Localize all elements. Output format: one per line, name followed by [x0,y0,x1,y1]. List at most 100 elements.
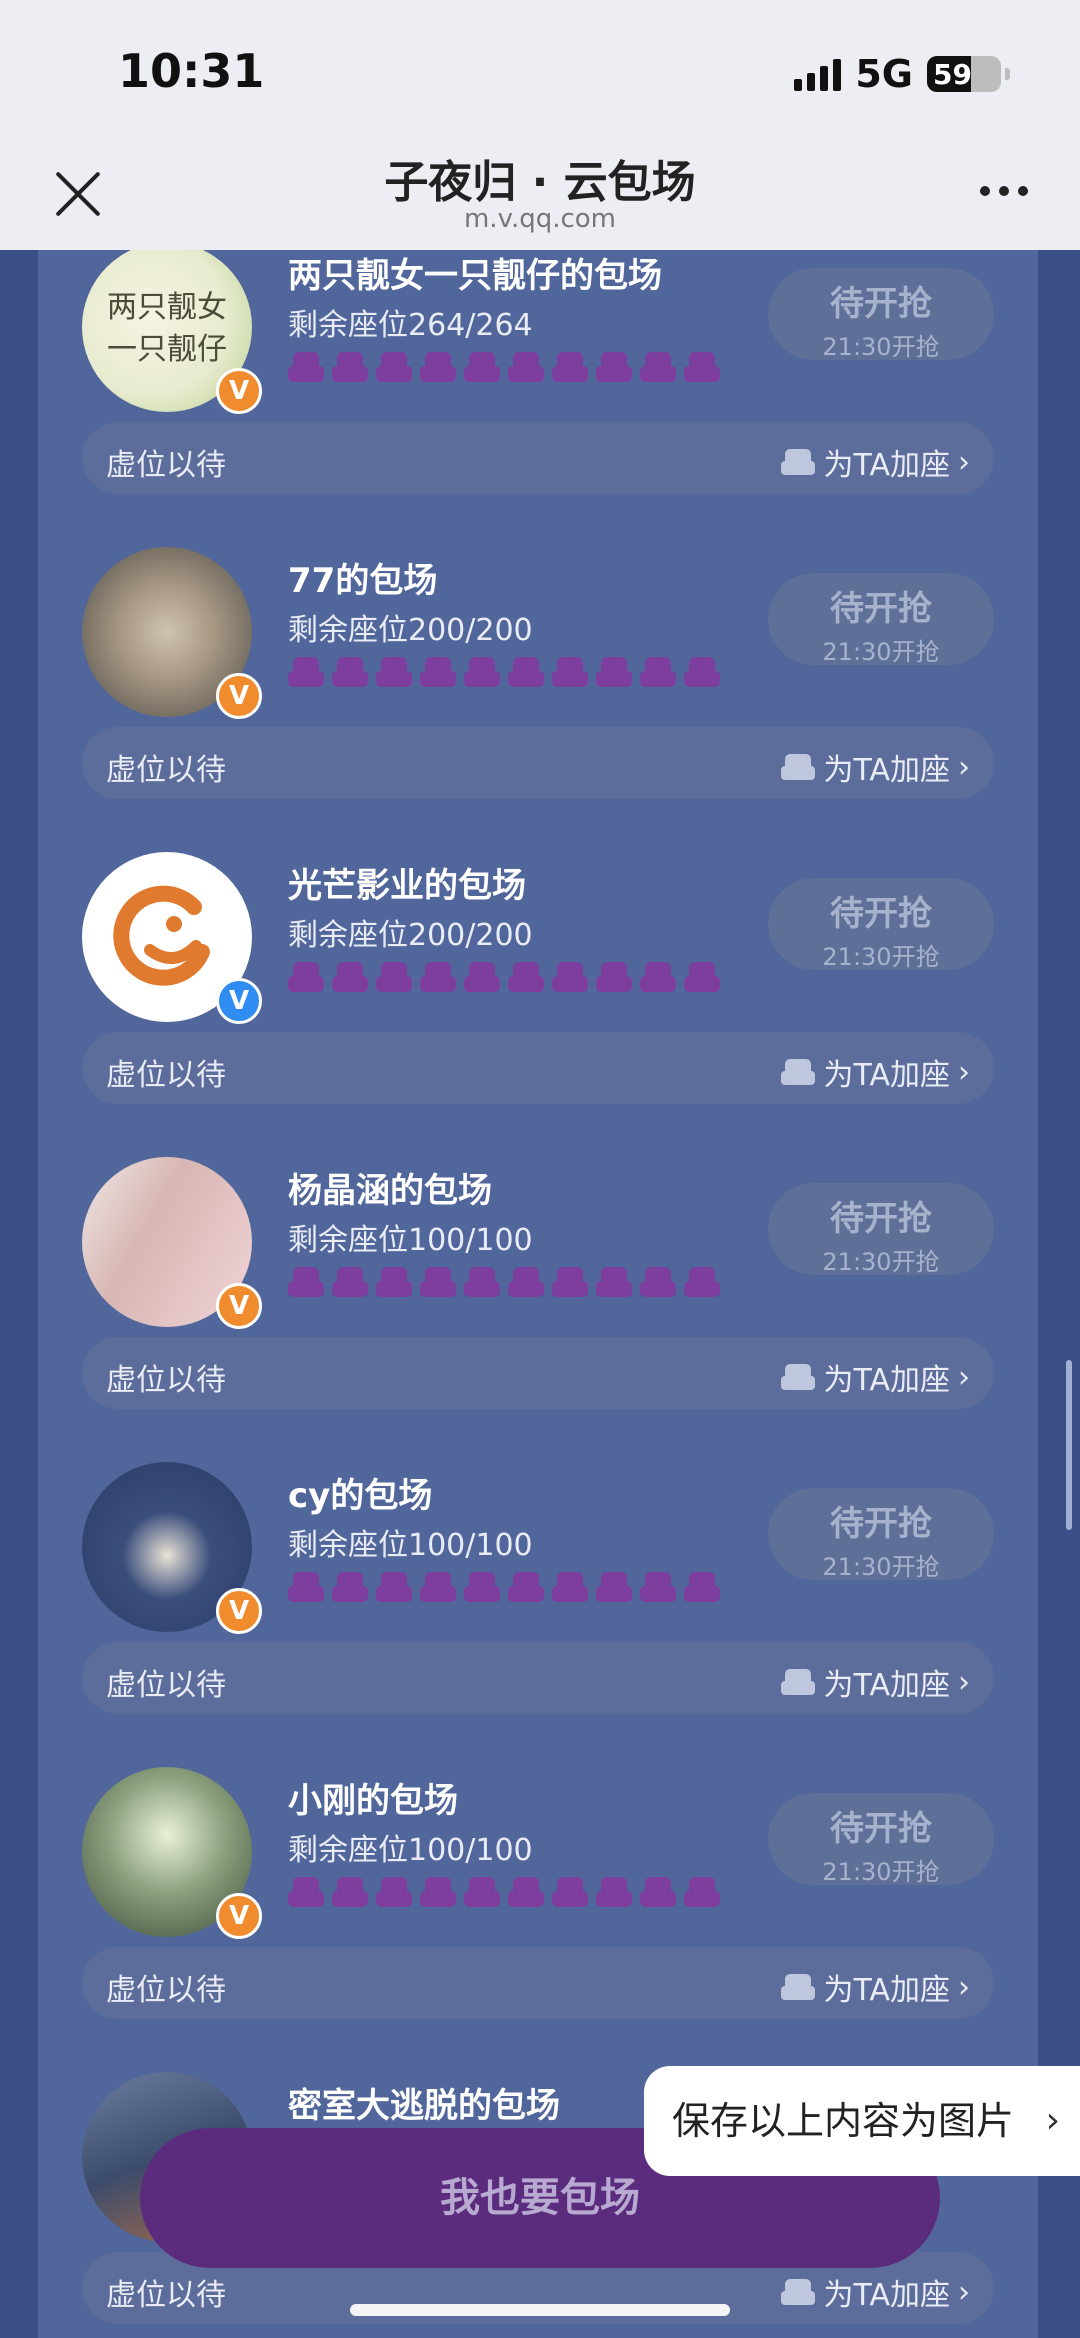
seat-icon [596,657,632,687]
verified-badge-icon: V [216,978,262,1024]
waiting-label: 虚位以待 [106,1668,226,1703]
seat-icon [640,1877,676,1907]
seat-icon [376,1267,412,1297]
seat-icons [288,657,720,687]
battery-icon: 59 [927,56,1001,92]
waiting-label: 虚位以待 [106,753,226,788]
home-indicator[interactable] [350,2304,730,2316]
grab-button[interactable]: 待开抢 21:30开抢 [768,1793,994,1886]
page-url: m.v.qq.com [463,204,617,234]
seat-icon [508,1572,544,1602]
seat-icon [640,1572,676,1602]
save-as-image-button[interactable]: 保存以上内容为图片 › [644,2066,1080,2176]
more-icon[interactable] [980,186,1028,196]
verified-badge-icon: V [216,673,262,719]
seat-bar[interactable]: 虚位以待 为TA加座 › [82,1642,994,1714]
seats-remaining: 剩余座位100/100 [288,1528,533,1563]
seat-icons [288,1877,720,1907]
session-name: 两只靓女一只靓仔的包场 [288,256,662,296]
list-item: 两只靓女 一只靓仔 V 两只靓女一只靓仔的包场 剩余座位264/264 待开抢 … [38,250,1038,545]
grab-button[interactable]: 待开抢 21:30开抢 [768,878,994,971]
add-seat-label: 为TA加座 [823,448,950,483]
seat-icon [420,657,456,687]
add-seat-button[interactable]: 为TA加座 › [781,1660,970,1704]
seat-icon [684,962,720,992]
seat-add-icon [781,1667,816,1697]
grab-label: 待开抢 [830,1504,932,1544]
add-seat-label: 为TA加座 [823,1973,950,2008]
seat-icon [288,657,324,687]
seats-remaining: 剩余座位200/200 [288,918,533,953]
seat-icon [464,1267,500,1297]
seat-icon [596,352,632,382]
seat-icon [288,1267,324,1297]
seat-icon [684,1877,720,1907]
chevron-right-icon: › [958,1664,970,1700]
seat-icon [552,657,588,687]
seat-icon [376,1572,412,1602]
verified-badge-icon: V [216,368,262,414]
seat-add-icon [781,1362,816,1392]
session-name: 光芒影业的包场 [288,866,526,906]
seat-icon [640,352,676,382]
list-item: V cy的包场 剩余座位100/100 待开抢 21:30开抢 虚位以待 为TA… [38,1460,1038,1765]
status-time: 10:31 [118,44,265,98]
seat-icons [288,352,720,382]
session-name: 77的包场 [288,561,438,601]
grab-time: 21:30开抢 [822,1248,940,1276]
seat-bar[interactable]: 虚位以待 为TA加座 › [82,1947,994,2019]
seat-icon [376,657,412,687]
chevron-right-icon: › [958,2274,970,2310]
seat-icons [288,962,720,992]
seat-icon [332,1572,368,1602]
seat-icon [464,1877,500,1907]
add-seat-button[interactable]: 为TA加座 › [781,1355,970,1399]
network-type: 5G [855,52,913,96]
grab-button[interactable]: 待开抢 21:30开抢 [768,1488,994,1581]
seat-bar[interactable]: 虚位以待 为TA加座 › [82,727,994,799]
session-name: 杨晶涵的包场 [288,1171,492,1211]
add-seat-button[interactable]: 为TA加座 › [781,1050,970,1094]
grab-time: 21:30开抢 [822,1858,940,1886]
seat-icon [332,657,368,687]
seat-icon [288,1877,324,1907]
seat-bar[interactable]: 虚位以待 为TA加座 › [82,422,994,494]
add-seat-label: 为TA加座 [823,2278,950,2313]
grab-label: 待开抢 [830,1199,932,1239]
grab-time: 21:30开抢 [822,1553,940,1581]
seat-icon [376,1877,412,1907]
page-title: 子夜归 · 云包场 [384,157,696,208]
chevron-right-icon: › [958,749,970,785]
chevron-right-icon: › [958,1969,970,2005]
session-name: 密室大逃脱的包场 [288,2086,560,2126]
seat-icon [464,657,500,687]
seat-icon [376,962,412,992]
seat-icon [684,352,720,382]
add-seat-button[interactable]: 为TA加座 › [781,1965,970,2009]
seat-icon [376,352,412,382]
session-list: 两只靓女 一只靓仔 V 两只靓女一只靓仔的包场 剩余座位264/264 待开抢 … [38,250,1038,2338]
seat-add-icon [781,2277,816,2307]
list-item: V 光芒影业的包场 剩余座位200/200 待开抢 21:30开抢 虚位以待 为… [38,850,1038,1155]
add-seat-button[interactable]: 为TA加座 › [781,440,970,484]
add-seat-button[interactable]: 为TA加座 › [781,2270,970,2314]
seat-icon [508,1877,544,1907]
grab-button[interactable]: 待开抢 21:30开抢 [768,573,994,666]
add-seat-button[interactable]: 为TA加座 › [781,745,970,789]
seat-icon [640,657,676,687]
grab-button[interactable]: 待开抢 21:30开抢 [768,1183,994,1276]
seat-bar[interactable]: 虚位以待 为TA加座 › [82,1337,994,1409]
seat-icon [640,1267,676,1297]
seat-icon [420,1572,456,1602]
grab-label: 待开抢 [830,1809,932,1849]
seat-icon [508,352,544,382]
seat-add-icon [781,447,816,477]
waiting-label: 虚位以待 [106,448,226,483]
scrollbar[interactable] [1066,1360,1072,1530]
grab-button[interactable]: 待开抢 21:30开抢 [768,268,994,361]
session-name: cy的包场 [288,1476,433,1516]
seat-icon [464,352,500,382]
seat-icon [684,657,720,687]
seat-icon [552,1267,588,1297]
seat-bar[interactable]: 虚位以待 为TA加座 › [82,1032,994,1104]
